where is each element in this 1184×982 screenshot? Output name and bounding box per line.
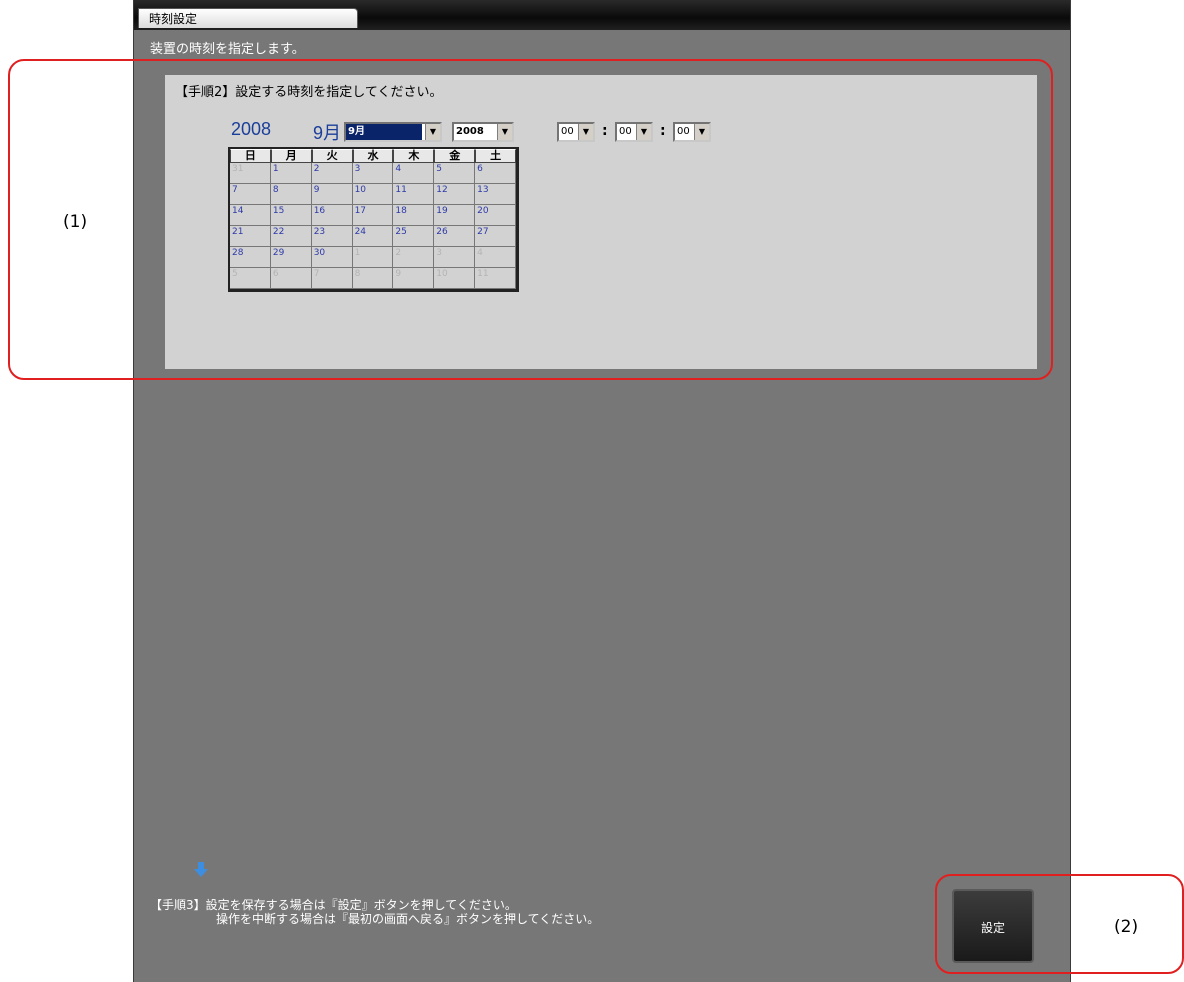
- down-arrow-icon: [194, 862, 208, 882]
- annotation-label-1: (1): [63, 212, 88, 232]
- step3-instruction: 【手順3】設定を保存する場合は『設定』ボタンを押してください。 操作を中断する場…: [150, 898, 599, 926]
- step3-line1: 【手順3】設定を保存する場合は『設定』ボタンを押してください。: [150, 898, 517, 912]
- annotation-box-1: [8, 59, 1053, 380]
- window-tab-title: 時刻設定: [138, 8, 358, 28]
- annotation-label-2: (2): [1114, 917, 1139, 937]
- page-subtitle: 装置の時刻を指定します。: [150, 42, 305, 57]
- step3-line2: 操作を中断する場合は『最初の画面へ戻る』ボタンを押してください。: [216, 912, 600, 926]
- title-bar: 時刻設定: [134, 0, 1070, 30]
- annotation-box-2: [935, 874, 1184, 974]
